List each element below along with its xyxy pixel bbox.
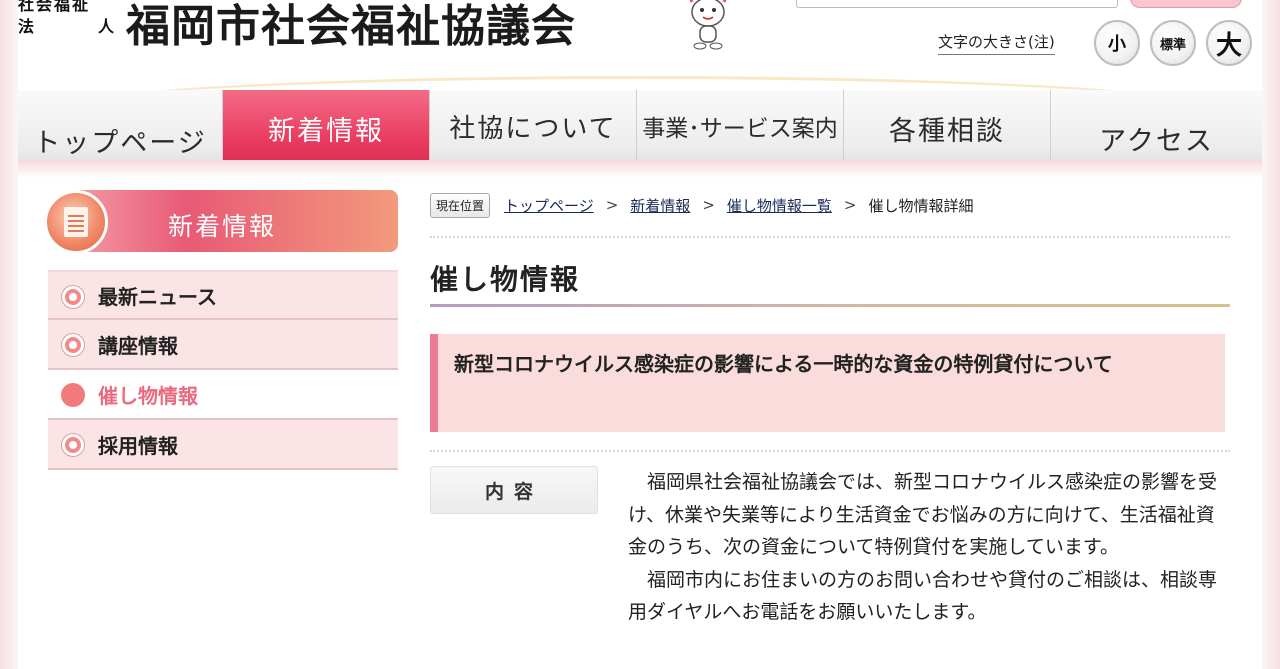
breadcrumb-link-top[interactable]: トップページ (504, 195, 594, 216)
breadcrumb-link-event-list[interactable]: 催し物情報一覧 (727, 195, 832, 216)
page-title: 催し物情報 (430, 263, 581, 296)
sidebar-menu: 最新ニュース 講座情報 催し物情報 採用情報 (48, 270, 398, 470)
sidebar-item-label: 講座情報 (98, 333, 178, 358)
nav-item-label: 事業･サービス案内 (642, 116, 838, 142)
content-body: 福岡県社会福祉協議会では、新型コロナウイルス感染症の影響を受け、休業や失業等によ… (628, 466, 1228, 629)
search-input[interactable] (796, 0, 1118, 8)
sidebar-item-label: 最新ニュース (98, 284, 217, 309)
sidebar-title-label: 新着情報 (168, 212, 277, 241)
sidebar-item-latest-news[interactable]: 最新ニュース (48, 270, 398, 320)
org-type-line2-a: 法 (18, 17, 37, 36)
sidebar-item-recruitment[interactable]: 採用情報 (48, 420, 398, 470)
font-size-standard-button[interactable]: 標準 (1150, 20, 1196, 66)
bullet-icon (62, 334, 84, 356)
nav-bottom-shade (18, 160, 1262, 178)
divider (430, 236, 1230, 238)
page-background-right (1262, 0, 1280, 669)
breadcrumb: 現在位置 トップページ > 新着情報 > 催し物情報一覧 > 催し物情報詳細 (430, 190, 1230, 220)
org-type: 社会福祉 法 人 (18, 0, 128, 38)
content-paragraph: 福岡市内にお住まいの方のお問い合わせや貸付のご相談は、相談専用ダイヤルへお電話を… (628, 568, 1218, 624)
mascot-icon (689, 0, 727, 50)
org-type-line2-b: 人 (97, 17, 116, 36)
breadcrumb-link-news[interactable]: 新着情報 (630, 195, 690, 216)
nav-item-label: トップページ (33, 127, 207, 159)
sidebar-item-courses[interactable]: 講座情報 (48, 320, 398, 370)
breadcrumb-here-badge: 現在位置 (430, 192, 491, 218)
sidebar-item-label: 催し物情報 (98, 383, 198, 408)
site-logo-text[interactable]: 福岡市社会福祉協議会 (126, 0, 576, 54)
nav-item-label: アクセス (1099, 125, 1214, 157)
document-icon (44, 190, 108, 254)
nav-item-label: 社協について (449, 113, 617, 144)
bullet-icon (61, 383, 85, 407)
page-background-left (0, 0, 18, 669)
sidebar-title: 新着情報 (44, 190, 398, 254)
article-heading: 新型コロナウイルス感染症の影響による一時的な資金の特例貸付について (430, 334, 1225, 432)
breadcrumb-separator: > (843, 196, 857, 214)
sidebar-item-label: 採用情報 (98, 433, 178, 458)
page: 社会福祉 法 人 福岡市社会福祉協議会 文字の大きさ(注) 小 標準 大 トップ… (18, 0, 1262, 669)
breadcrumb-separator: > (702, 196, 715, 214)
bullet-icon (62, 286, 84, 308)
sidebar-item-events[interactable]: 催し物情報 (48, 370, 398, 420)
breadcrumb-current: 催し物情報詳細 (868, 196, 974, 215)
content-label: 内容 (430, 466, 598, 514)
font-size-label: 文字の大きさ(注) (938, 31, 1055, 55)
divider (430, 450, 1230, 452)
content-paragraph: 福岡県社会福祉協議会では、新型コロナウイルス感染症の影響を受け、休業や失業等によ… (628, 471, 1218, 558)
title-underline (430, 304, 1230, 307)
breadcrumb-separator: > (605, 196, 619, 214)
search-button[interactable] (1130, 0, 1242, 8)
nav-item-label: 新着情報 (268, 115, 384, 147)
font-size-small-button[interactable]: 小 (1094, 20, 1140, 66)
org-type-line1: 社会福祉 (18, 0, 91, 14)
bullet-icon (62, 434, 84, 456)
nav-item-label: 各種相談 (889, 115, 1005, 147)
font-size-large-button[interactable]: 大 (1206, 20, 1252, 66)
